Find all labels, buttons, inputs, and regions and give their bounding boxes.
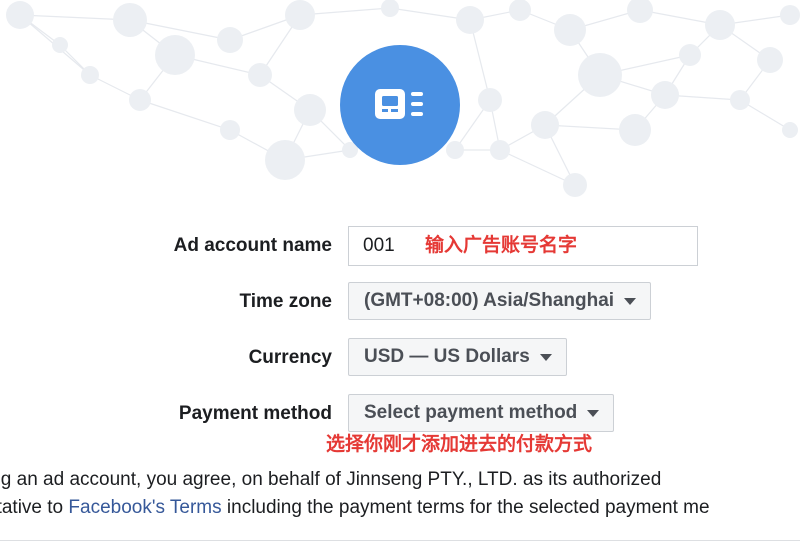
time-zone-select[interactable]: (GMT+08:00) Asia/Shanghai bbox=[348, 282, 652, 320]
currency-selected: USD — US Dollars bbox=[364, 346, 530, 367]
payment-method-selected: Select payment method bbox=[364, 402, 578, 423]
ad-account-name-annotation: 输入广告账号名字 bbox=[425, 235, 578, 256]
ad-account-name-label: Ad account name bbox=[173, 235, 332, 256]
time-zone-label: Time zone bbox=[239, 291, 332, 312]
ad-account-name-value: 001 bbox=[363, 235, 395, 256]
chevron-down-icon bbox=[587, 409, 600, 417]
payment-method-select[interactable]: Select payment method bbox=[348, 394, 615, 432]
time-zone-selected: (GMT+08:00) Asia/Shanghai bbox=[364, 290, 615, 311]
terms-line-2-prefix: ntative to bbox=[0, 497, 64, 518]
terms-line-1: ing an ad account, you agree, on behalf … bbox=[0, 469, 662, 490]
ad-account-icon bbox=[375, 89, 423, 119]
terms-text: ing an ad account, you agree, on behalf … bbox=[0, 466, 710, 522]
ad-account-name-input[interactable]: 001 输入广告账号名字 bbox=[348, 226, 698, 266]
ad-account-hero bbox=[340, 45, 460, 165]
ad-account-name-row: Ad account name 001 输入广告账号名字 bbox=[0, 226, 800, 266]
currency-label: Currency bbox=[248, 347, 332, 368]
currency-select[interactable]: USD — US Dollars bbox=[348, 338, 567, 376]
divider bbox=[0, 540, 800, 541]
terms-line-2: ntative to Facebook's Terms including th… bbox=[0, 494, 710, 522]
payment-method-annotation: 选择你刚才添加进去的付款方式 bbox=[326, 434, 593, 455]
create-ad-account-dialog: Ad account name 001 输入广告账号名字 Time zone (… bbox=[0, 0, 800, 546]
facebook-terms-link[interactable]: Facebook's Terms bbox=[68, 497, 221, 518]
payment-method-label: Payment method bbox=[178, 403, 332, 424]
terms-line-2-suffix: including the payment terms for the sele… bbox=[221, 497, 710, 518]
chevron-down-icon bbox=[539, 353, 552, 361]
chevron-down-icon bbox=[624, 297, 637, 305]
payment-method-row: Payment method Select payment method bbox=[0, 394, 800, 434]
time-zone-row: Time zone (GMT+08:00) Asia/Shanghai bbox=[0, 282, 800, 322]
currency-row: Currency USD — US Dollars bbox=[0, 338, 800, 378]
